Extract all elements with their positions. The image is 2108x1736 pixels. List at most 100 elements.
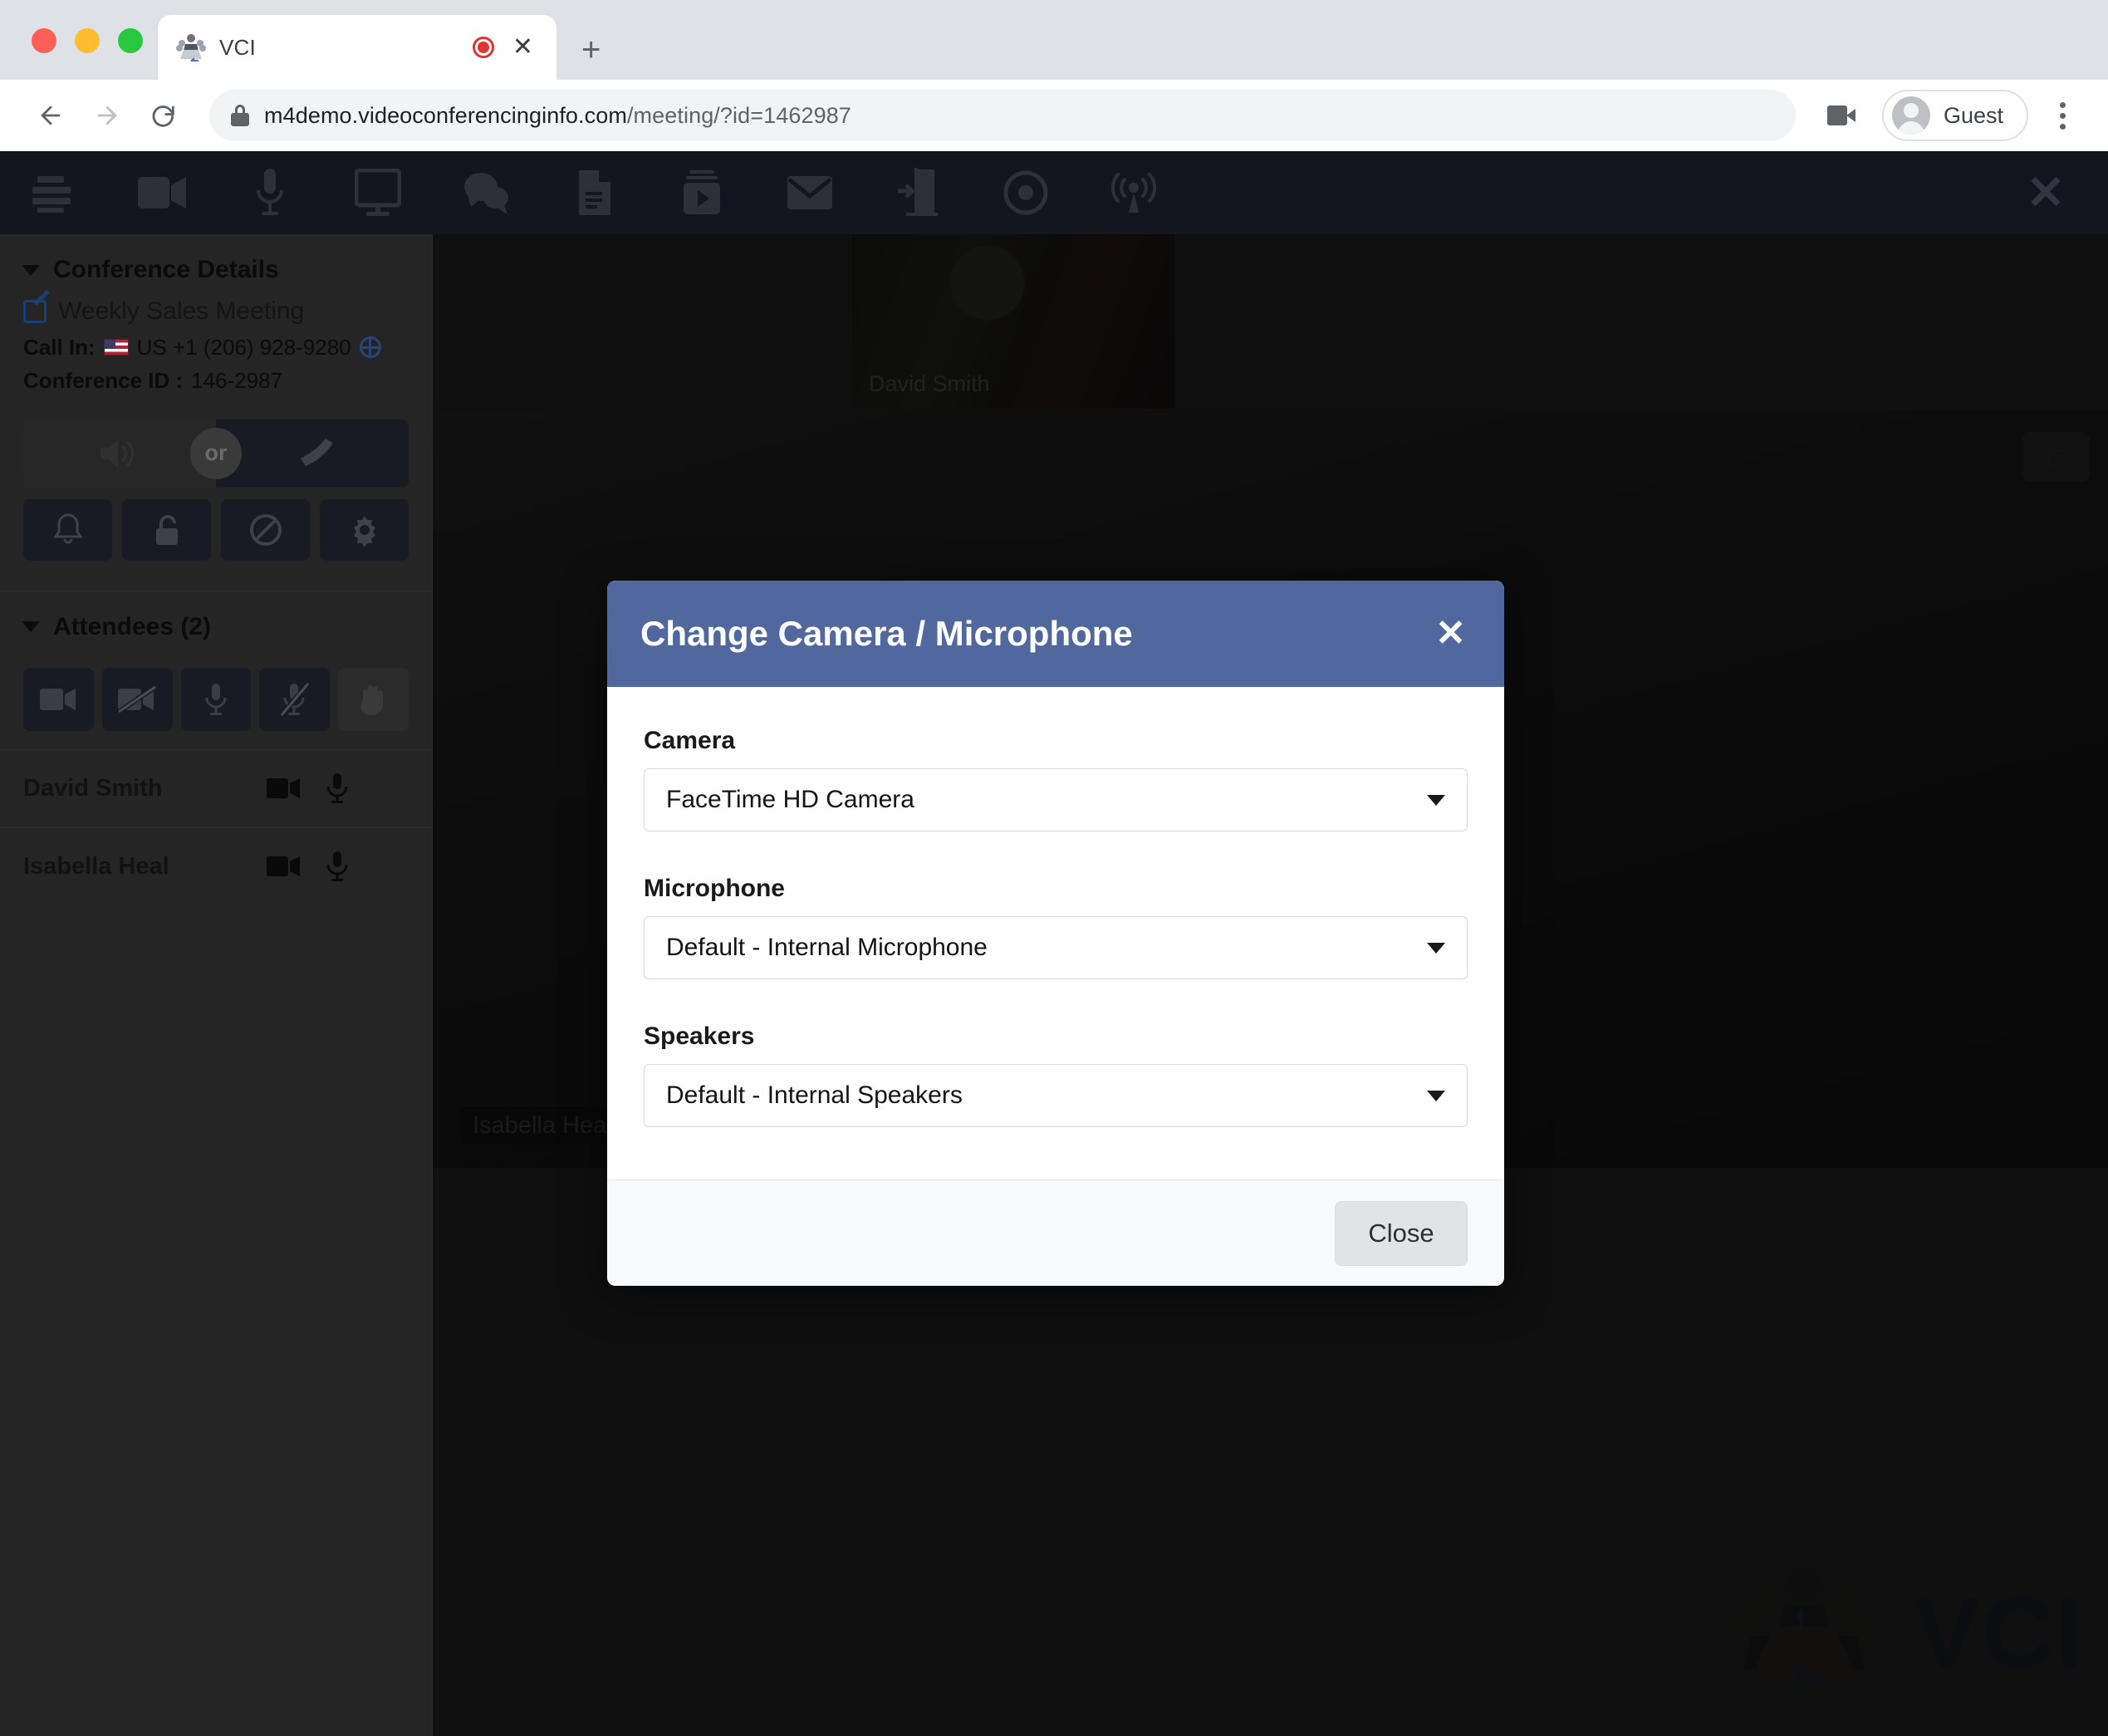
join-audio-phone-button[interactable] <box>216 419 409 488</box>
minimize-window-button[interactable] <box>75 28 100 53</box>
record-circle-icon[interactable] <box>972 151 1080 234</box>
url-path: /meeting/?id=1462987 <box>626 102 851 128</box>
document-icon[interactable] <box>540 151 648 234</box>
speakers-field: Speakers Default - Internal Speakers <box>644 1022 1468 1127</box>
disable-all-video-button[interactable] <box>101 667 173 731</box>
microphone-select[interactable]: Default - Internal Microphone <box>644 916 1468 979</box>
microphone-field: Microphone Default - Internal Microphone <box>644 875 1468 979</box>
unmute-all-button[interactable] <box>180 667 252 731</box>
recording-dot-icon[interactable] <box>472 37 494 58</box>
or-label: or <box>190 427 242 479</box>
meeting-app: ✕ Conference Details Weekly Sales Meetin… <box>0 151 2108 1736</box>
speakers-select[interactable]: Default - Internal Speakers <box>644 1064 1468 1127</box>
chevron-down-icon <box>1427 1090 1445 1101</box>
attendee-name: David Smith <box>23 774 163 802</box>
speaker-volume-icon <box>100 439 135 468</box>
microphone-selected-value: Default - Internal Microphone <box>666 934 988 961</box>
close-x-icon[interactable]: ✕ <box>2000 151 2091 234</box>
video-camera-icon <box>40 688 76 710</box>
meeting-name-row[interactable]: Weekly Sales Meeting <box>23 297 409 326</box>
table-row[interactable]: David Smith <box>0 748 432 827</box>
microphone-muted-icon <box>279 681 311 717</box>
gear-icon[interactable] <box>320 498 409 561</box>
camera-select[interactable]: FaceTime HD Camera <box>644 768 1468 831</box>
attendee-controls <box>23 667 409 731</box>
phone-handset-icon <box>301 438 332 466</box>
browser-window: VCI ✕ + m4demo.videoconferencinginfo.com… <box>0 0 2108 1736</box>
mute-all-button[interactable] <box>259 667 331 731</box>
camera-label: Camera <box>644 727 736 754</box>
envelope-icon[interactable] <box>756 151 864 234</box>
tab-title: VCI <box>219 34 256 60</box>
video-camera-icon[interactable] <box>108 151 216 234</box>
attendees-title: Attendees (2) <box>53 612 212 640</box>
camera-field: Camera FaceTime HD Camera <box>644 727 1468 831</box>
table-row[interactable]: Isabella Heal <box>0 826 432 905</box>
enable-all-video-button[interactable] <box>23 667 94 731</box>
raised-hand-icon <box>360 684 383 715</box>
conference-table-icon <box>176 33 206 61</box>
kebab-menu-icon[interactable] <box>2042 101 2083 130</box>
app-toolbar: ✕ <box>0 151 2108 234</box>
profile-button[interactable]: Guest <box>1881 90 2028 141</box>
change-camera-microphone-dialog: Change Camera / Microphone ✕ Camera Face… <box>607 581 1504 1286</box>
dialog-footer: Close <box>607 1179 1504 1286</box>
unlocked-padlock-icon[interactable] <box>122 498 211 561</box>
conference-id-row: Conference ID : 146-2987 <box>23 364 409 397</box>
monitor-icon[interactable] <box>324 151 432 234</box>
video-camera-icon[interactable] <box>266 854 301 879</box>
microphone-icon <box>205 683 227 715</box>
bell-icon[interactable] <box>23 498 112 561</box>
globe-icon[interactable] <box>359 336 381 359</box>
microphone-icon[interactable] <box>326 772 349 805</box>
conference-id-label: Conference ID : <box>23 368 184 394</box>
conference-details-title: Conference Details <box>53 256 279 283</box>
broadcast-antenna-icon[interactable] <box>1080 151 1188 234</box>
video-camera-icon[interactable] <box>1816 94 1867 137</box>
hamburger-menu-icon[interactable] <box>0 151 108 234</box>
join-audio-computer-button[interactable] <box>23 419 216 488</box>
call-in-label: Call In: <box>23 335 96 360</box>
profile-name: Guest <box>1943 102 2003 128</box>
conference-id-value: 146-2987 <box>191 368 283 394</box>
back-button[interactable] <box>25 90 76 141</box>
no-entry-icon[interactable] <box>221 498 310 561</box>
exit-door-icon[interactable] <box>864 151 972 234</box>
new-tab-button[interactable]: + <box>581 33 601 66</box>
raise-hand-button[interactable] <box>338 667 409 731</box>
chevron-down-icon <box>1427 794 1445 806</box>
conference-details-header[interactable]: Conference Details <box>0 234 432 292</box>
call-in-row: Call In: US +1 (206) 928-9280 <box>23 331 409 364</box>
video-camera-icon[interactable] <box>266 776 301 801</box>
attendees-header[interactable]: Attendees (2) <box>0 591 432 650</box>
attendee-list: David Smith Isabella Heal <box>0 748 432 905</box>
speakers-label: Speakers <box>644 1022 755 1050</box>
reload-button[interactable] <box>138 90 189 141</box>
close-window-button[interactable] <box>32 28 56 53</box>
us-flag-icon <box>103 339 129 356</box>
microphone-icon[interactable] <box>326 850 349 883</box>
caret-down-icon <box>22 264 40 276</box>
browser-tab[interactable]: VCI ✕ <box>158 15 556 80</box>
tab-close-button[interactable]: ✕ <box>507 35 538 60</box>
url-domain: m4demo.videoconferencinginfo.com <box>264 102 627 128</box>
close-button[interactable]: Close <box>1335 1200 1468 1266</box>
video-player-icon[interactable] <box>648 151 756 234</box>
call-in-number: US +1 (206) 928-9280 <box>136 335 351 360</box>
close-x-icon[interactable]: ✕ <box>1430 615 1471 652</box>
sidebar-action-buttons <box>23 498 409 561</box>
browser-toolbar: m4demo.videoconferencinginfo.com/meeting… <box>0 80 2108 151</box>
window-traffic-lights <box>32 28 143 53</box>
edit-pencil-icon[interactable] <box>23 300 47 323</box>
meeting-name: Weekly Sales Meeting <box>58 297 305 325</box>
speakers-selected-value: Default - Internal Speakers <box>666 1081 963 1109</box>
tab-strip: VCI ✕ + <box>0 0 2108 80</box>
maximize-window-button[interactable] <box>118 28 143 53</box>
microphone-icon[interactable] <box>216 151 324 234</box>
address-bar[interactable]: m4demo.videoconferencinginfo.com/meeting… <box>209 90 1796 141</box>
forward-button[interactable] <box>81 90 133 141</box>
dialog-title: Change Camera / Microphone <box>640 614 1133 653</box>
camera-selected-value: FaceTime HD Camera <box>666 786 914 813</box>
attendee-name: Isabella Heal <box>23 852 169 880</box>
chat-bubbles-icon[interactable] <box>432 151 540 234</box>
